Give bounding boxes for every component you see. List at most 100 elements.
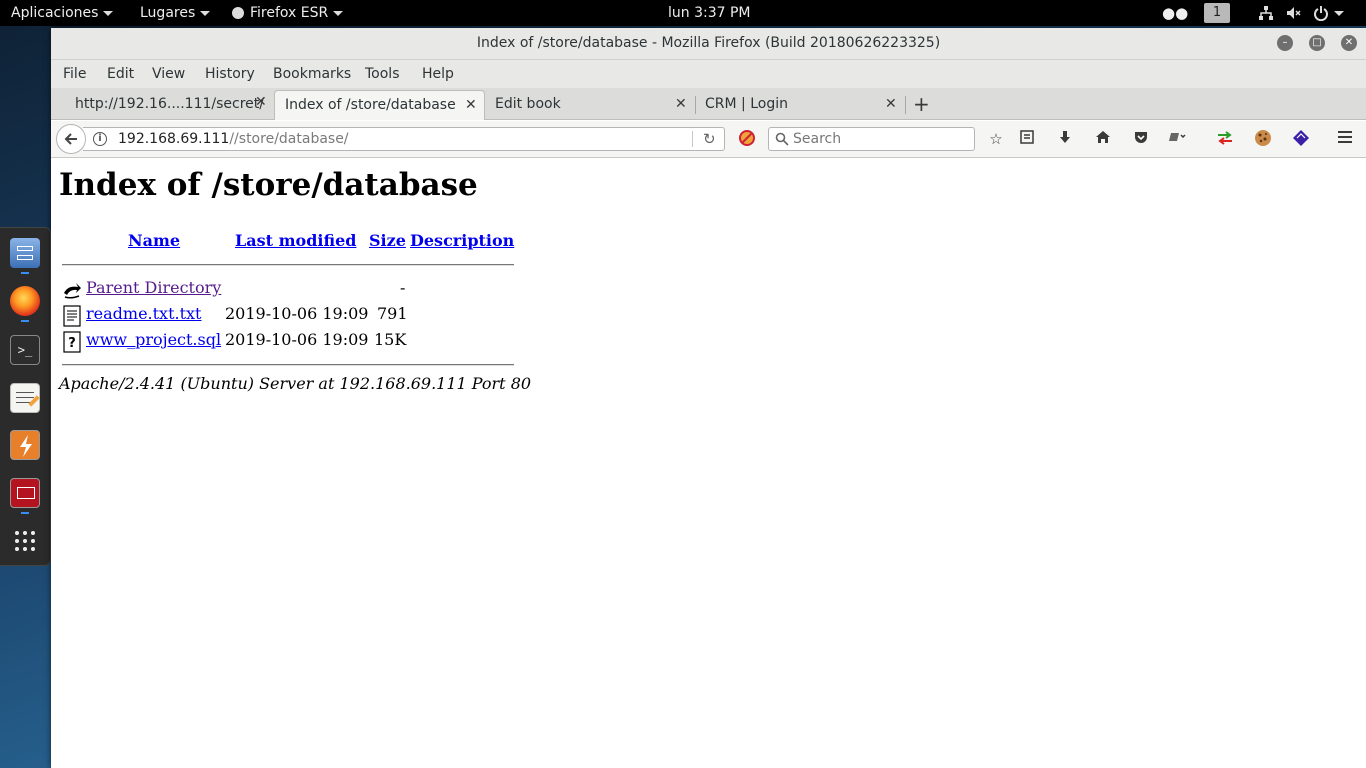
navigation-toolbar: i 192.168.69.111//store/database/ ↻ ☆: [51, 121, 1366, 158]
menu-edit[interactable]: Edit: [107, 60, 134, 88]
url-separator: [692, 131, 693, 147]
svg-text:?: ?: [68, 336, 76, 351]
file-link-readme[interactable]: readme.txt.txt: [86, 304, 201, 323]
app-menu[interactable]: Firefox ESR: [232, 0, 344, 26]
back-arrow-icon: [64, 133, 77, 145]
tab-label: Edit book: [495, 96, 561, 112]
menu-view[interactable]: View: [152, 60, 185, 88]
chevron-down-icon: [1334, 10, 1344, 16]
video-camera-icon[interactable]: ●●: [1162, 0, 1188, 26]
menu-file[interactable]: File: [63, 60, 86, 88]
back-icon: [62, 279, 82, 301]
search-input[interactable]: [793, 129, 968, 149]
pocket-icon[interactable]: [1131, 129, 1151, 149]
chevron-down-icon: [333, 10, 344, 16]
applications-menu[interactable]: Aplicaciones: [11, 0, 114, 26]
column-header-name[interactable]: Name: [128, 231, 180, 250]
url-text[interactable]: 192.168.69.111//store/database/: [118, 128, 349, 150]
url-bar[interactable]: i 192.168.69.111//store/database/ ↻: [83, 127, 725, 151]
page-title: Index of /store/database: [59, 167, 478, 203]
new-tab-button[interactable]: +: [913, 90, 930, 120]
back-button[interactable]: [56, 124, 86, 154]
unknown-file-icon: ?: [62, 331, 82, 353]
power-menu[interactable]: [1313, 0, 1344, 26]
top-bar: Aplicaciones Lugares Firefox ESR lun 3:3…: [0, 0, 1366, 26]
tab-secret[interactable]: http://192.16....111/secret/: [65, 90, 275, 120]
text-file-icon: [62, 305, 82, 327]
menu-help[interactable]: Help: [422, 60, 454, 88]
menu-bar: File Edit View History Bookmarks Tools H…: [51, 60, 1366, 88]
tab-label: CRM | Login: [705, 96, 788, 112]
places-label: Lugares: [140, 5, 196, 21]
minimize-button[interactable]: –: [1277, 35, 1293, 51]
running-indicator: [21, 320, 29, 322]
tab-edit-book[interactable]: Edit book ✕: [485, 90, 695, 120]
maximize-button[interactable]: □: [1309, 35, 1325, 51]
hamburger-menu-icon[interactable]: [1335, 129, 1355, 149]
applications-label: Aplicaciones: [11, 5, 99, 21]
column-header-size[interactable]: Size: [369, 231, 406, 250]
cookie-icon[interactable]: [1253, 129, 1273, 149]
running-indicator: [21, 272, 29, 274]
close-button[interactable]: ✕: [1341, 35, 1357, 51]
terminal-icon[interactable]: >_: [10, 335, 40, 365]
clock[interactable]: lun 3:37 PM: [668, 0, 751, 26]
text-editor-icon[interactable]: [10, 383, 40, 413]
noscript-icon[interactable]: [737, 129, 757, 149]
power-icon: [1314, 6, 1328, 22]
tab-label: http://192.16....111/secret/: [75, 96, 264, 112]
parent-directory-link[interactable]: Parent Directory: [86, 278, 221, 297]
menu-tools[interactable]: Tools: [365, 60, 400, 88]
close-tab-icon[interactable]: ✕: [675, 90, 687, 118]
firefox-small-icon: [232, 7, 244, 19]
search-icon: [775, 132, 789, 146]
bookmark-star-icon[interactable]: ☆: [986, 129, 1006, 149]
home-icon[interactable]: [1093, 129, 1113, 149]
url-host: 192.168.69.111: [118, 131, 230, 147]
close-tab-icon[interactable]: ✕: [465, 91, 477, 119]
chevron-down-icon: [103, 10, 114, 16]
metasploit-icon[interactable]: [10, 478, 40, 508]
close-tab-icon[interactable]: ✕: [255, 94, 267, 110]
file-link-www-project[interactable]: www_project.sql: [86, 330, 221, 349]
close-tab-icon[interactable]: ✕: [885, 90, 897, 118]
switch-proxy-icon[interactable]: [1215, 129, 1235, 149]
menu-bookmarks[interactable]: Bookmarks: [273, 60, 351, 88]
column-header-description[interactable]: Description: [410, 231, 514, 250]
divider: [62, 264, 514, 266]
workspace-indicator[interactable]: 1: [1204, 3, 1230, 23]
tab-separator: [905, 96, 906, 114]
file-size: 791: [377, 304, 408, 323]
file-manager-icon[interactable]: [10, 238, 40, 268]
show-applications-icon[interactable]: [10, 526, 40, 556]
places-menu[interactable]: Lugares: [140, 0, 211, 26]
divider: [62, 364, 514, 366]
reload-icon[interactable]: ↻: [703, 128, 716, 150]
column-header-last-modified[interactable]: Last modified: [235, 231, 356, 250]
wappalyzer-icon[interactable]: [1291, 129, 1311, 149]
file-last-modified: 2019-10-06 19:09: [225, 304, 369, 323]
running-indicator: [21, 512, 29, 514]
user-agent-switcher-icon[interactable]: [1167, 129, 1187, 149]
menu-history[interactable]: History: [205, 60, 255, 88]
page-content: Index of /store/database Name Last modif…: [51, 159, 1366, 768]
firefox-icon[interactable]: [10, 286, 40, 316]
file-size: -: [400, 278, 406, 297]
tab-index-store-database[interactable]: Index of /store/database ✕: [274, 90, 485, 120]
url-path: //store/database/: [229, 131, 349, 147]
tab-label: Index of /store/database: [285, 97, 456, 113]
bookmarks-list-icon[interactable]: [1017, 129, 1037, 149]
search-bar[interactable]: [768, 127, 975, 151]
info-icon[interactable]: i: [93, 132, 107, 146]
burpsuite-icon[interactable]: [10, 430, 40, 460]
dock: >_: [0, 227, 51, 566]
firefox-window: Index of /store/database - Mozilla Firef…: [51, 28, 1366, 768]
tab-crm-login[interactable]: CRM | Login ✕: [695, 90, 905, 120]
file-size: 15K: [374, 330, 407, 349]
tab-bar: http://192.16....111/secret/ ✕ Index of …: [51, 88, 1366, 120]
window-titlebar[interactable]: Index of /store/database - Mozilla Firef…: [51, 28, 1366, 60]
volume-muted-icon[interactable]: [1285, 0, 1301, 26]
network-icon[interactable]: [1258, 0, 1274, 26]
download-icon[interactable]: [1055, 129, 1075, 149]
window-title: Index of /store/database - Mozilla Firef…: [476, 35, 941, 51]
